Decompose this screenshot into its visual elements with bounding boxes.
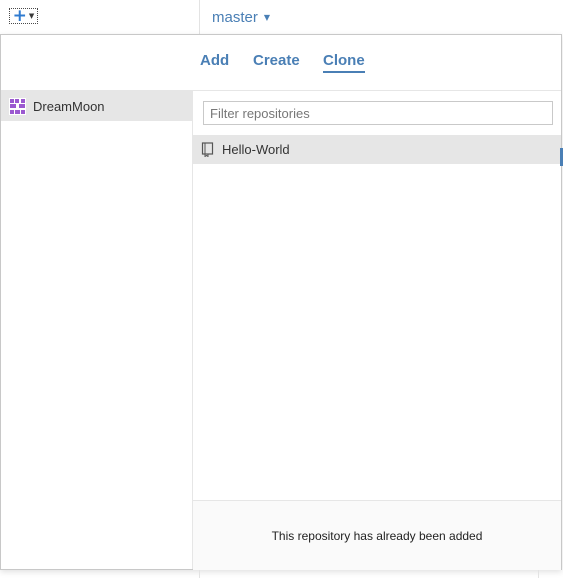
tab-clone[interactable]: Clone	[323, 52, 365, 73]
top-toolbar: + ▼ master ▼	[0, 0, 563, 34]
account-avatar-icon	[9, 97, 26, 115]
repository-pane: Hello-World This repository has already …	[192, 91, 561, 570]
branch-label: master	[212, 8, 258, 26]
filter-repositories-input[interactable]	[203, 101, 553, 125]
popover-tab-bar: Add Create Clone	[1, 35, 561, 91]
tab-create[interactable]: Create	[253, 52, 300, 70]
account-list: DreamMoon	[1, 91, 192, 569]
chevron-down-icon: ▼	[263, 12, 270, 22]
repo-book-icon	[201, 142, 214, 157]
bottom-divider	[538, 570, 539, 578]
tab-add[interactable]: Add	[200, 52, 229, 70]
status-footer: This repository has already been added	[193, 500, 561, 570]
repository-list: Hello-World	[193, 135, 561, 164]
repository-item-hello-world[interactable]: Hello-World	[193, 135, 561, 164]
repository-name: Hello-World	[222, 142, 290, 157]
account-item-dreammoon[interactable]: DreamMoon	[1, 91, 192, 121]
branch-selector[interactable]: master ▼	[212, 7, 270, 27]
add-repository-popover: Add Create Clone DreamMoon Filter reposi…	[0, 34, 562, 570]
toolbar-divider	[199, 0, 200, 34]
plus-icon: +	[12, 6, 27, 26]
status-message: This repository has already been added	[271, 528, 483, 543]
chevron-down-icon: ▼	[28, 12, 35, 20]
account-name: DreamMoon	[33, 98, 105, 114]
add-repository-button[interactable]: + ▼	[9, 6, 38, 26]
bottom-divider	[199, 570, 200, 578]
